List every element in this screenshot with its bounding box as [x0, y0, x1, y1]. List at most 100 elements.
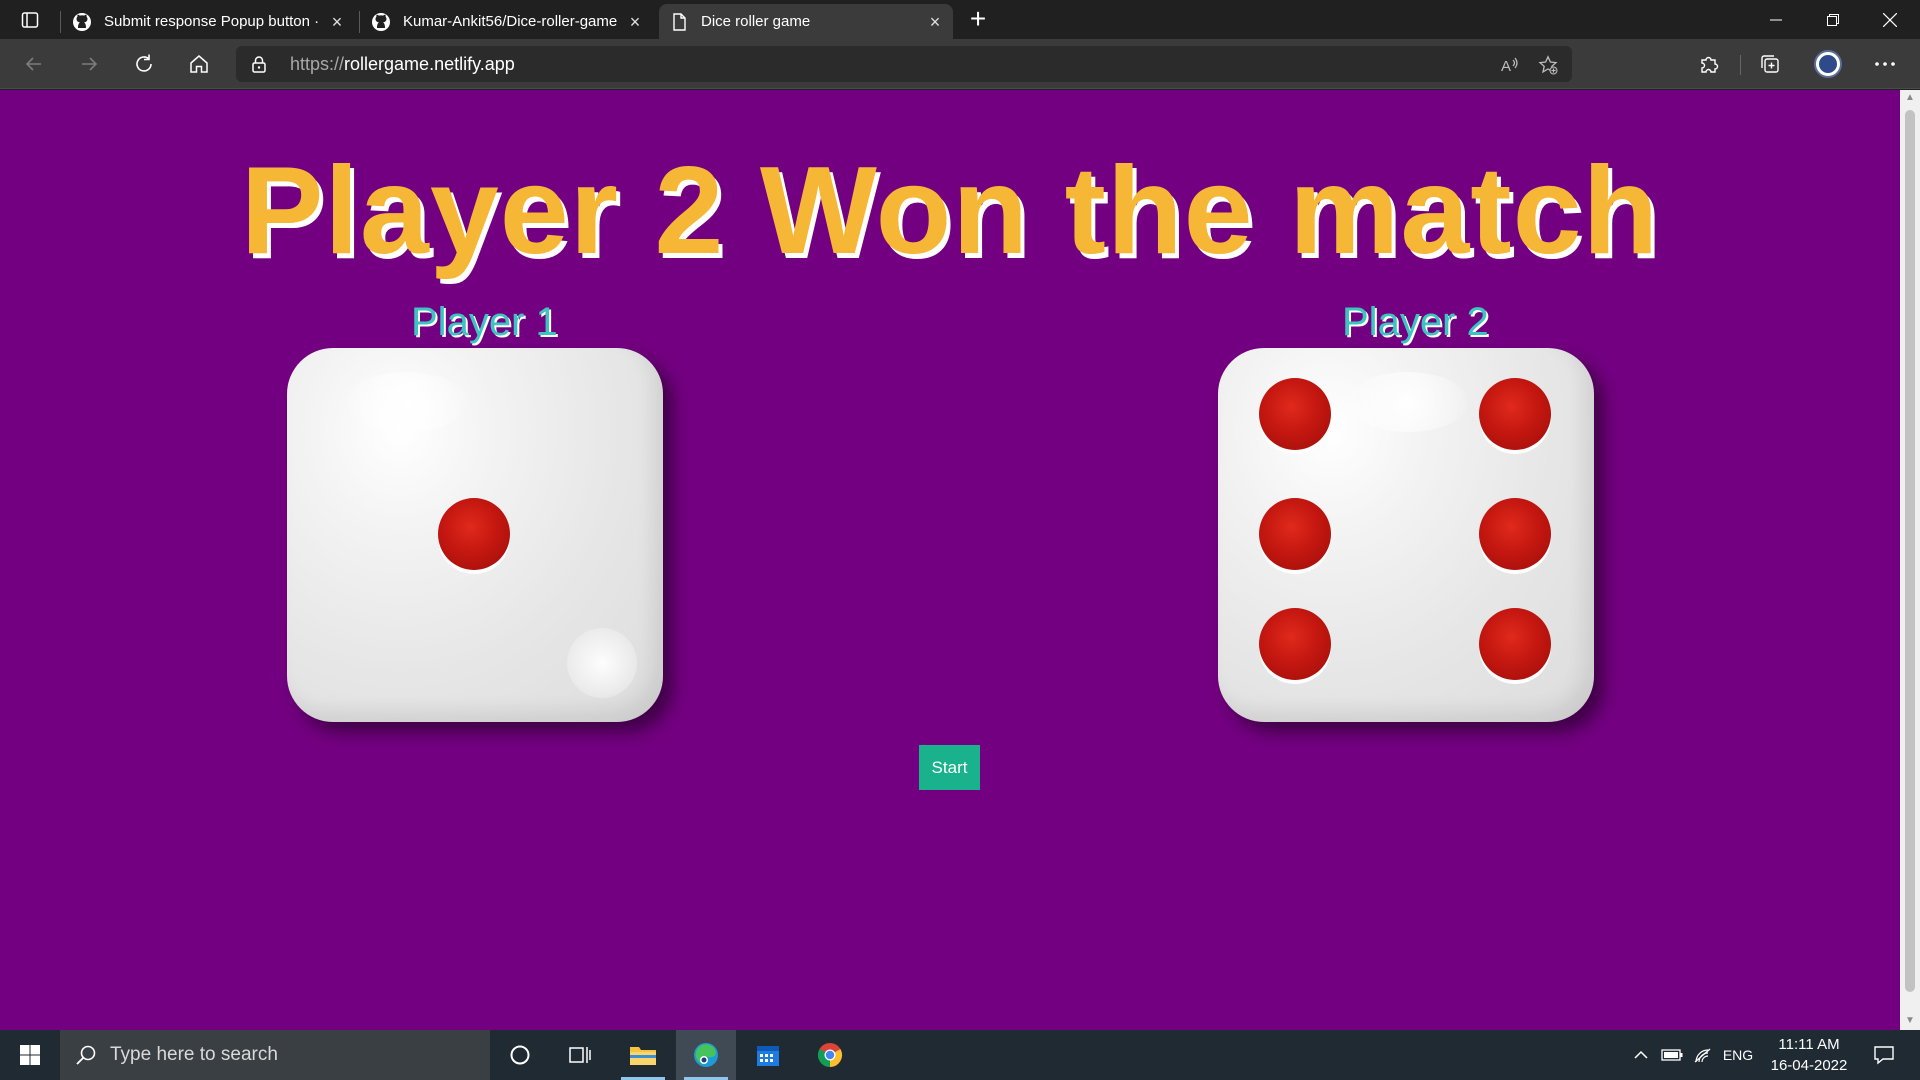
- system-clock[interactable]: 11:11 AM 16-04-2022: [1756, 1034, 1862, 1076]
- browser-toolbar: https://rollergame.netlify.app A: [0, 39, 1920, 89]
- read-aloud-icon[interactable]: A: [1500, 55, 1520, 75]
- url-host: rollergame.netlify.app: [344, 54, 515, 74]
- home-icon: [190, 55, 208, 73]
- close-window-button[interactable]: [1862, 0, 1918, 39]
- page-icon: [673, 12, 686, 31]
- die-pip: [1259, 378, 1331, 450]
- language-indicator[interactable]: ENG: [1718, 1030, 1758, 1080]
- clock-time: 11:11 AM: [1778, 1036, 1840, 1053]
- cortana-icon: [510, 1045, 530, 1065]
- die-pip: [1479, 498, 1551, 570]
- lock-icon: [252, 56, 266, 73]
- notification-icon: [1874, 1046, 1894, 1065]
- notifications-button[interactable]: [1864, 1030, 1904, 1080]
- scroll-down-icon[interactable]: ▼: [1905, 1016, 1915, 1026]
- collections-icon: [1761, 55, 1779, 73]
- tab-github-repo[interactable]: Kumar-Ankit56/Dice-roller-game ×: [361, 4, 653, 39]
- file-explorer-button[interactable]: [613, 1030, 673, 1080]
- tab-separator: [359, 11, 360, 33]
- start-button[interactable]: Start: [919, 745, 980, 790]
- minimize-button[interactable]: [1748, 0, 1804, 39]
- plus-icon: +: [969, 3, 987, 34]
- file-explorer-icon: [630, 1047, 656, 1065]
- clock-date: 16-04-2022: [1770, 1057, 1848, 1074]
- home-button[interactable]: [181, 48, 217, 80]
- windows-logo-icon: [20, 1045, 40, 1065]
- avatar-icon: [1819, 55, 1837, 73]
- calendar-icon: [757, 1046, 779, 1066]
- player-2-die: [1218, 348, 1594, 722]
- die-pip: [1479, 608, 1551, 680]
- chevron-up-icon: [1634, 1050, 1648, 1059]
- scroll-up-icon[interactable]: ▲: [1905, 93, 1915, 103]
- calendar-button[interactable]: [738, 1030, 798, 1080]
- player-1-label: Player 1: [411, 300, 558, 344]
- tab-label: Kumar-Ankit56/Dice-roller-game: [403, 13, 618, 30]
- die-highlight: [1348, 372, 1468, 432]
- scrollbar-thumb[interactable]: [1905, 110, 1915, 992]
- new-tab-button[interactable]: +: [962, 5, 994, 35]
- github-icon: [372, 12, 390, 31]
- tab-dice-roller[interactable]: Dice roller game ×: [659, 4, 953, 39]
- tab-actions-button[interactable]: [12, 7, 48, 33]
- browser-title-bar: Submit response Popup button · × Kumar-A…: [0, 0, 1920, 39]
- network-button[interactable]: [1690, 1030, 1716, 1080]
- tab-actions-icon: [21, 12, 39, 28]
- close-icon[interactable]: ×: [927, 13, 943, 31]
- cortana-button[interactable]: [490, 1030, 550, 1080]
- vertical-scrollbar[interactable]: ▲ ▼: [1900, 90, 1920, 1030]
- collections-button[interactable]: [1752, 48, 1788, 80]
- die-pip: [1259, 498, 1331, 570]
- url-text: https://rollergame.netlify.app: [290, 54, 515, 75]
- back-button[interactable]: [16, 48, 52, 80]
- die-pip: [1479, 378, 1551, 450]
- start-menu-button[interactable]: [0, 1030, 60, 1080]
- wifi-icon: [1694, 1048, 1711, 1063]
- restore-button[interactable]: [1805, 0, 1861, 39]
- github-icon: [73, 12, 91, 31]
- tab-label: Dice roller game: [701, 13, 811, 30]
- edge-icon: [694, 1043, 718, 1067]
- svg-text:A: A: [1501, 58, 1511, 75]
- battery-icon: [1661, 1049, 1683, 1061]
- settings-more-button[interactable]: [1867, 48, 1903, 80]
- extensions-button[interactable]: [1691, 48, 1727, 80]
- tab-label: Submit response Popup button ·: [104, 13, 320, 30]
- forward-arrow-icon: [82, 57, 98, 71]
- tab-github-popup[interactable]: Submit response Popup button · ×: [62, 4, 355, 39]
- profile-avatar[interactable]: [1814, 50, 1842, 78]
- favorite-star-icon[interactable]: [1538, 55, 1558, 75]
- tab-separator: [60, 11, 61, 33]
- die-pip: [1259, 608, 1331, 680]
- task-view-button[interactable]: [550, 1030, 610, 1080]
- url-protocol: https://: [290, 54, 345, 74]
- player-1-die: [287, 348, 663, 722]
- battery-button[interactable]: [1658, 1030, 1686, 1080]
- die-highlight: [347, 372, 467, 432]
- chrome-button[interactable]: [800, 1030, 860, 1080]
- restore-icon: [1827, 13, 1839, 26]
- taskbar-search[interactable]: Type here to search: [60, 1030, 490, 1080]
- chrome-icon: [817, 1043, 843, 1067]
- back-arrow-icon: [25, 57, 41, 71]
- search-icon: [76, 1045, 96, 1065]
- refresh-icon: [136, 54, 152, 72]
- dice-game-page: Player 2 Won the match Player 1 Player 2…: [0, 90, 1900, 1030]
- more-dots-icon: [1875, 62, 1895, 66]
- forward-button[interactable]: [71, 48, 107, 80]
- edge-button[interactable]: [676, 1030, 736, 1080]
- toolbar-divider: [1740, 55, 1741, 75]
- close-icon[interactable]: ×: [627, 13, 643, 31]
- result-headline: Player 2 Won the match: [240, 142, 1660, 280]
- die-pip: [438, 498, 510, 570]
- show-hidden-icons-button[interactable]: [1628, 1030, 1654, 1080]
- close-icon[interactable]: ×: [329, 13, 345, 31]
- player-2-label: Player 2: [1342, 300, 1489, 344]
- refresh-button[interactable]: [126, 48, 162, 80]
- address-bar[interactable]: https://rollergame.netlify.app A: [236, 46, 1572, 82]
- puzzle-icon: [1701, 56, 1719, 73]
- windows-taskbar: Type here to search ENG 11:11 AM 16-04-2…: [0, 1030, 1920, 1080]
- task-view-icon: [569, 1047, 591, 1063]
- die-highlight: [567, 628, 637, 698]
- close-icon: [1883, 12, 1897, 27]
